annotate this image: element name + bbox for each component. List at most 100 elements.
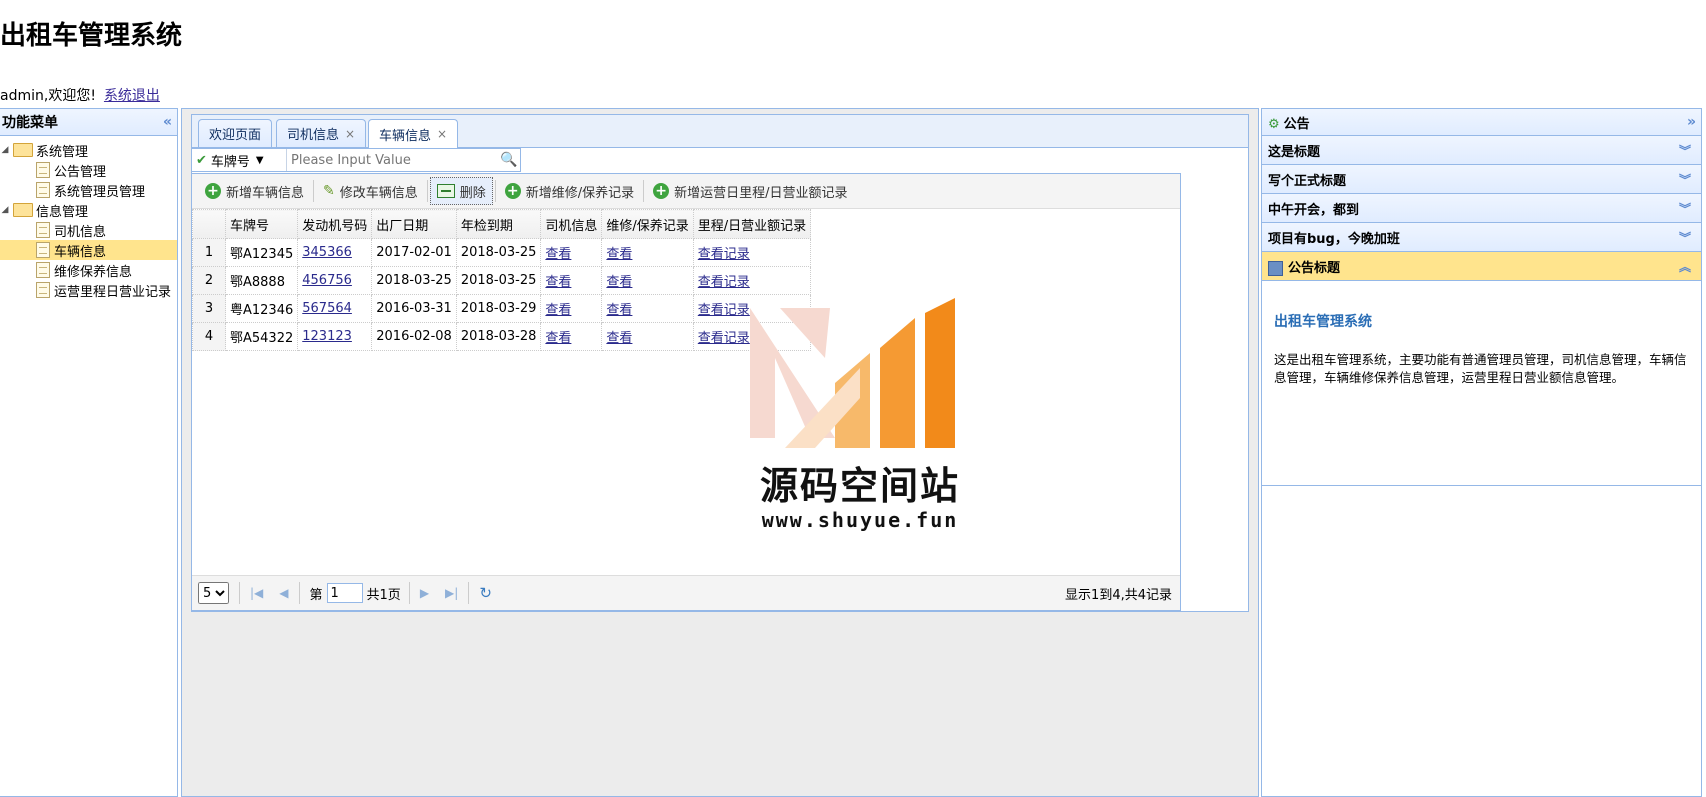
page-size-select[interactable]: 5 [198, 582, 229, 604]
view-driver-link[interactable]: 查看 [545, 275, 571, 290]
grid-toolbar: + 新增车辆信息 ✎ 修改车辆信息 删除 + 新增维修/保养记录 + 新增运营日… [192, 174, 1180, 209]
view-driver-link[interactable]: 查看 [545, 331, 571, 346]
vehicle-table: 车牌号 发动机号码 出厂日期 年检到期 司机信息 维修/保养记录 里程/日营业额… [192, 209, 812, 351]
chevron-down-icon[interactable]: ︾ [1679, 200, 1691, 217]
last-page-icon[interactable]: ▶| [445, 586, 458, 600]
accordion-item[interactable]: 中午开会，都到 ︾ [1262, 194, 1701, 223]
close-icon[interactable]: × [437, 127, 447, 141]
caret-down-icon: ▼ [255, 154, 264, 166]
tree-group-info[interactable]: ◢ 信息管理 [0, 200, 177, 220]
tree-item-admin-mgmt[interactable]: 系统管理员管理 [0, 180, 177, 200]
tree-item-driver-info[interactable]: 司机信息 [0, 220, 177, 240]
logo-shape [780, 308, 830, 358]
pager-info: 显示1到4,共4记录 [1065, 587, 1172, 603]
close-icon[interactable]: × [345, 127, 355, 141]
column-header[interactable]: 里程/日营业额记录 [692, 209, 812, 239]
accordion-item[interactable]: 这是标题 ︾ [1262, 136, 1701, 165]
search-icon[interactable]: 🔍 [500, 152, 520, 168]
tree-item-maintenance-info[interactable]: 维修保养信息 [0, 260, 177, 280]
tree-item-mileage-records[interactable]: 运营里程日营业记录 [0, 280, 177, 300]
chevron-down-icon[interactable]: ︾ [1679, 171, 1691, 188]
file-icon [36, 162, 50, 178]
prev-page-icon[interactable]: ◀ [279, 586, 288, 600]
made-date-cell: 2016-02-08 [371, 322, 457, 351]
add-icon: + [205, 183, 221, 199]
tree-item-vehicle-info[interactable]: 车辆信息 [0, 240, 177, 260]
inspect-date-cell: 2018-03-29 [455, 294, 542, 323]
table-row[interactable]: 4 鄂A54322 123123 2016-02-08 2018-03-28 查… [192, 322, 812, 351]
next-page-icon[interactable]: ▶ [420, 586, 429, 600]
tab-driver-info[interactable]: 司机信息 × [276, 119, 367, 147]
logo-shape [880, 318, 915, 448]
left-menu-title: 功能菜单 [2, 115, 58, 131]
view-maintenance-link[interactable]: 查看 [606, 303, 632, 318]
column-header[interactable]: 出厂日期 [371, 209, 457, 239]
table-row[interactable]: 2 鄂A8888 456756 2018-03-25 2018-03-25 查看… [192, 266, 812, 295]
engine-link[interactable]: 345366 [302, 245, 352, 260]
add-icon: + [504, 183, 521, 199]
toolbar-separator [313, 180, 315, 202]
view-driver-link[interactable]: 查看 [545, 303, 571, 318]
folder-open-icon [13, 203, 33, 217]
page-number-input[interactable] [326, 583, 363, 603]
column-header[interactable]: 发动机号码 [297, 209, 373, 239]
view-maintenance-link[interactable]: 查看 [606, 247, 632, 262]
tab-bar: 欢迎页面 司机信息 × 车辆信息 × [192, 115, 1248, 148]
collapse-left-icon[interactable]: « [163, 114, 172, 130]
chevron-down-icon[interactable]: ︾ [1679, 142, 1691, 159]
add-mileage-button[interactable]: + 新增运营日里程/日营业额记录 [646, 177, 854, 205]
accordion-item-open[interactable]: 公告标题 ︽ [1262, 252, 1701, 281]
view-maintenance-link[interactable]: 查看 [606, 275, 632, 290]
engine-link[interactable]: 456756 [302, 273, 352, 288]
page-total: 共1页 [366, 587, 401, 603]
search-box: ✔ 车牌号 ▼ 🔍 [191, 148, 521, 172]
view-driver-link[interactable]: 查看 [545, 247, 571, 262]
tree-group-system[interactable]: ◢ 系统管理 [0, 140, 177, 160]
file-icon [36, 282, 50, 298]
search-input[interactable] [287, 150, 500, 170]
delete-button[interactable]: 删除 [429, 177, 493, 205]
toolbar-separator [426, 180, 428, 202]
check-icon: ✔ [196, 152, 207, 168]
column-header[interactable]: 年检到期 [455, 209, 542, 239]
file-icon [36, 242, 50, 258]
tab-vehicle-info[interactable]: 车辆信息 × [368, 119, 459, 148]
menu-tree: ◢ 系统管理 公告管理 系统管理员管理 ◢ 信息管理 司机信息 车辆信息 维修保… [0, 136, 177, 300]
folder-open-icon [13, 143, 33, 157]
chevron-down-icon[interactable]: ︾ [1679, 229, 1691, 246]
engine-link[interactable]: 123123 [302, 329, 352, 344]
search-field-menu[interactable]: ✔ 车牌号 ▼ [192, 149, 287, 171]
first-page-icon[interactable]: |◀ [250, 586, 263, 600]
toolbar-separator [643, 180, 645, 202]
welcome-text: admin,欢迎您! [0, 88, 96, 104]
made-date-cell: 2017-02-01 [371, 238, 457, 267]
column-header[interactable]: 司机信息 [540, 209, 603, 239]
logout-link[interactable]: 系统退出 [104, 88, 160, 104]
expand-arrow-icon[interactable]: ◢ [0, 205, 10, 215]
add-vehicle-button[interactable]: + 新增车辆信息 [198, 177, 311, 205]
file-icon [36, 222, 50, 238]
view-maintenance-link[interactable]: 查看 [606, 331, 632, 346]
accordion-item[interactable]: 写个正式标题 ︾ [1262, 165, 1701, 194]
tab-welcome[interactable]: 欢迎页面 [198, 119, 273, 147]
collapse-right-icon[interactable]: » [1687, 114, 1696, 130]
accordion-item[interactable]: 项目有bug，今晚加班 ︾ [1262, 223, 1701, 252]
tree-item-notice-mgmt[interactable]: 公告管理 [0, 160, 177, 180]
column-header[interactable]: 车牌号 [224, 209, 299, 239]
add-maintenance-button[interactable]: + 新增维修/保养记录 [498, 177, 641, 205]
column-header[interactable]: 维修/保养记录 [601, 209, 694, 239]
left-menu-header: 功能菜单 « [0, 109, 177, 136]
engine-link[interactable]: 567564 [302, 301, 352, 316]
pager-separator [468, 582, 470, 604]
expand-arrow-icon[interactable]: ◢ [0, 145, 10, 155]
refresh-icon[interactable]: ↻ [479, 584, 492, 602]
pager-separator [298, 582, 300, 604]
table-row[interactable]: 1 鄂A12345 345366 2017-02-01 2018-03-25 查… [192, 238, 812, 267]
chevron-up-icon[interactable]: ︽ [1679, 258, 1691, 275]
row-number: 1 [192, 238, 226, 267]
table-header-row: 车牌号 发动机号码 出厂日期 年检到期 司机信息 维修/保养记录 里程/日营业额… [192, 209, 812, 239]
edit-vehicle-button[interactable]: ✎ 修改车辆信息 [316, 177, 425, 205]
notice-content-heading: 出租车管理系统 [1274, 314, 1372, 330]
left-menu-panel: 功能菜单 « ◢ 系统管理 公告管理 系统管理员管理 ◢ 信息管理 司机信息 车… [0, 108, 178, 797]
table-row[interactable]: 3 粤A12346 567564 2016-03-31 2018-03-29 查… [192, 294, 812, 323]
